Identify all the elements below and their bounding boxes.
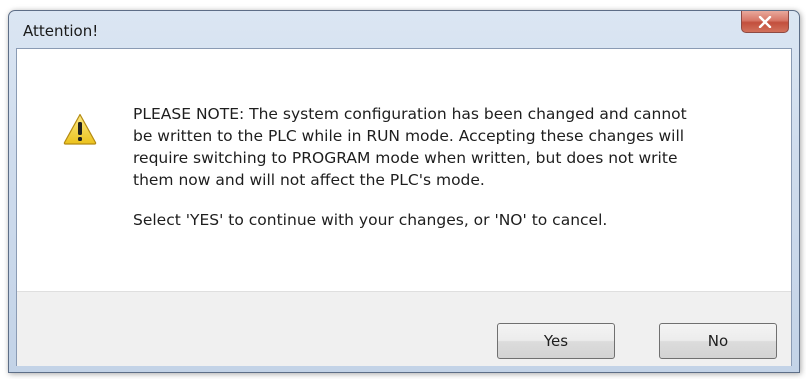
button-bar: Yes No xyxy=(17,291,791,366)
message-paragraph-note: PLEASE NOTE: The system configuration ha… xyxy=(133,105,687,189)
dialog-body: PLEASE NOTE: The system configuration ha… xyxy=(16,48,792,366)
no-button[interactable]: No xyxy=(659,323,777,359)
message-paragraph-prompt: Select 'YES' to continue with your chang… xyxy=(133,211,608,229)
message-text: PLEASE NOTE: The system configuration ha… xyxy=(133,103,753,231)
dialog-window: Attention! PLEASE NOTE: The system confi… xyxy=(8,10,800,373)
message-area: PLEASE NOTE: The system configuration ha… xyxy=(17,49,791,291)
title-bar[interactable]: Attention! xyxy=(9,11,799,49)
yes-button[interactable]: Yes xyxy=(497,323,615,359)
window-title: Attention! xyxy=(23,22,99,40)
warning-icon xyxy=(63,113,97,145)
close-button[interactable] xyxy=(741,11,789,33)
close-icon xyxy=(758,15,772,28)
